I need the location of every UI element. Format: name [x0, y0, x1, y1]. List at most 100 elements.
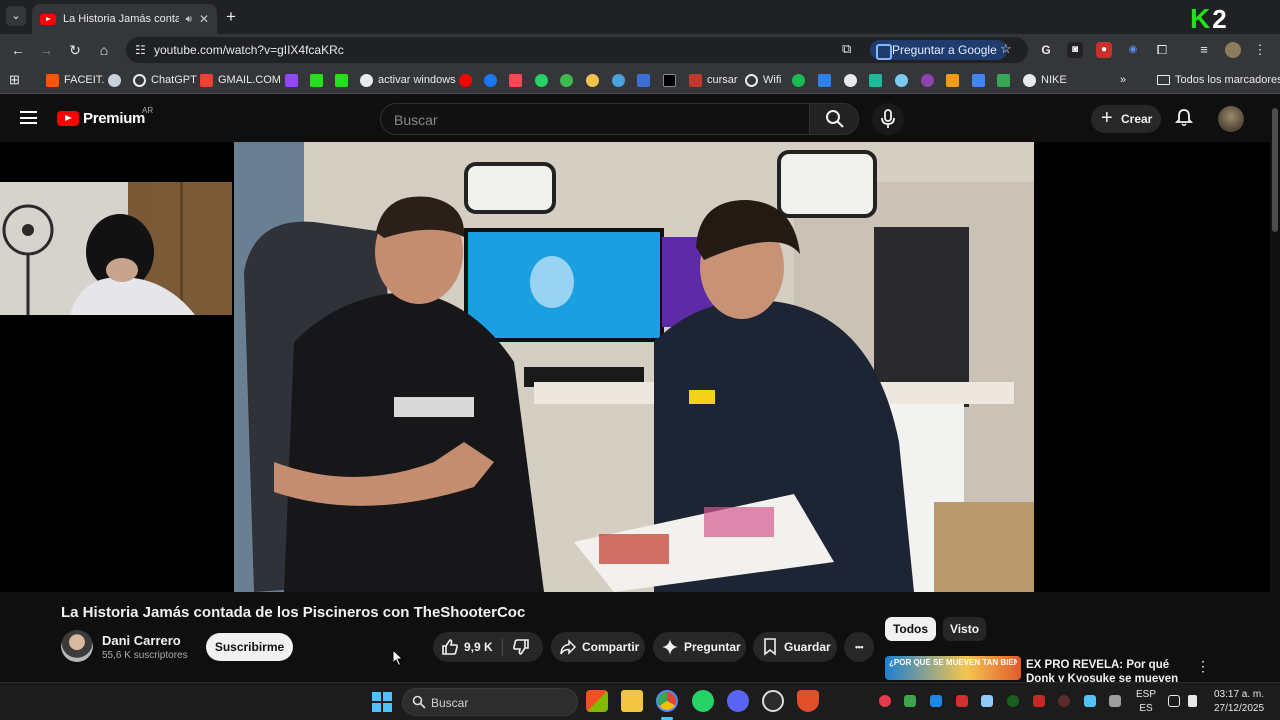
- ask-google-button[interactable]: Preguntar a Google: [870, 40, 1007, 60]
- forward-icon[interactable]: →: [36, 40, 56, 60]
- tab-close-icon[interactable]: ✕: [199, 12, 209, 26]
- bookmark-activar-windows[interactable]: activar windows: [360, 71, 456, 89]
- keyboard-icon[interactable]: [1109, 695, 1121, 707]
- bookmark-app-6[interactable]: [844, 71, 857, 89]
- discord-icon[interactable]: [727, 690, 749, 712]
- scrollbar-thumb[interactable]: [1272, 108, 1278, 232]
- home-icon[interactable]: ⌂: [94, 40, 114, 60]
- apps-grid-icon[interactable]: ⊞: [9, 71, 20, 89]
- bookmark-twitch[interactable]: [285, 71, 298, 89]
- extensions-puzzle-icon[interactable]: ⧠: [1154, 42, 1170, 58]
- bookmarks-overflow-button[interactable]: »: [1120, 71, 1126, 89]
- address-bar[interactable]: ☷ youtube.com/watch?v=gIIX4fcaKRc ⧉ Preg…: [126, 37, 1028, 63]
- bookmark-app-4[interactable]: [637, 71, 650, 89]
- file-explorer-icon[interactable]: [621, 690, 643, 712]
- channel-name[interactable]: Dani Carrero: [102, 633, 181, 648]
- tray-app-icon[interactable]: [981, 695, 993, 707]
- bookmark-x[interactable]: [663, 71, 676, 89]
- bookmark-nike[interactable]: NIKE: [1023, 71, 1067, 89]
- channel-avatar[interactable]: [61, 630, 93, 662]
- create-button[interactable]: Crear: [1091, 104, 1161, 133]
- dislike-button[interactable]: [503, 632, 543, 662]
- guide-menu-icon[interactable]: [20, 111, 37, 124]
- tray-app-icon[interactable]: [879, 695, 891, 707]
- install-app-icon[interactable]: ⧉: [842, 41, 851, 57]
- page-scrollbar[interactable]: [1270, 94, 1280, 682]
- chrome-icon[interactable]: [656, 690, 678, 712]
- save-button[interactable]: Guardar: [753, 632, 837, 662]
- steam-icon[interactable]: [762, 690, 784, 712]
- bookmark-app-3[interactable]: [612, 71, 625, 89]
- bookmark-facebook[interactable]: [484, 71, 497, 89]
- site-info-icon[interactable]: ☷: [135, 43, 146, 57]
- language-top[interactable]: ESP: [1134, 689, 1158, 700]
- windows-start-icon[interactable]: [372, 692, 392, 712]
- back-icon[interactable]: ←: [8, 40, 28, 60]
- new-tab-button[interactable]: +: [226, 7, 236, 27]
- extension-icon[interactable]: ◙: [1067, 42, 1083, 58]
- profile-avatar[interactable]: [1225, 42, 1241, 58]
- bookmark-youtube[interactable]: [459, 71, 472, 89]
- bookmark-spotify[interactable]: [792, 71, 805, 89]
- share-button[interactable]: Compartir: [551, 632, 645, 662]
- tab-search-button[interactable]: ⌄: [6, 6, 26, 26]
- taskbar-search-input[interactable]: Buscar: [402, 688, 578, 716]
- bookmark-steam[interactable]: [108, 71, 121, 89]
- bookmark-drive[interactable]: [997, 71, 1010, 89]
- recommendation-title[interactable]: EX PRO REVELA: Por qué Donk y Kyosuke se…: [1026, 658, 1191, 682]
- all-bookmarks-folder[interactable]: Todos los marcadores: [1157, 71, 1280, 89]
- clock-time[interactable]: 03:17 a. m.: [1207, 689, 1271, 700]
- recommendation-thumbnail[interactable]: ¿POR QUÉ SE MUEVEN TAN BIEN?!: [885, 656, 1021, 680]
- bookmark-app-10[interactable]: [946, 71, 959, 89]
- network-icon[interactable]: [1168, 695, 1180, 707]
- bluetooth-icon[interactable]: [930, 695, 942, 707]
- bookmark-app-1[interactable]: [560, 71, 573, 89]
- recommendation-menu-icon[interactable]: ⋮: [1196, 658, 1210, 675]
- language-bottom[interactable]: ES: [1134, 703, 1158, 714]
- chip-watched[interactable]: Visto: [943, 617, 986, 641]
- bookmark-app-5[interactable]: [818, 71, 831, 89]
- audio-extension-icon[interactable]: ◉: [1125, 42, 1141, 58]
- volume-icon[interactable]: [1188, 695, 1197, 707]
- bookmark-star-icon[interactable]: ☆: [1000, 41, 1012, 57]
- tray-app-icon[interactable]: [1007, 695, 1019, 707]
- bookmark-gmail[interactable]: GMAIL.COM: [200, 71, 281, 89]
- bookmark-valorant[interactable]: [509, 71, 522, 89]
- tray-nvidia-icon[interactable]: [904, 695, 916, 707]
- bookmark-whatsapp[interactable]: [535, 71, 548, 89]
- bookmark-app-8[interactable]: [895, 71, 908, 89]
- adblock-extension-icon[interactable]: ●: [1096, 42, 1112, 58]
- clock-date[interactable]: 27/12/2025: [1207, 703, 1271, 714]
- browser-menu-icon[interactable]: ⋮: [1252, 42, 1268, 58]
- bookmark-cursar[interactable]: cursar: [689, 71, 738, 89]
- reload-icon[interactable]: ↻: [65, 40, 85, 60]
- voice-search-button[interactable]: [872, 103, 904, 135]
- more-actions-button[interactable]: •••: [844, 632, 874, 662]
- ask-button[interactable]: Preguntar: [653, 632, 746, 662]
- tray-app-icon[interactable]: [1033, 695, 1045, 707]
- subscribe-button[interactable]: Suscribirme: [206, 633, 293, 661]
- bookmark-kick-1[interactable]: [310, 71, 323, 89]
- tray-app-icon[interactable]: [956, 695, 968, 707]
- account-avatar[interactable]: [1218, 106, 1244, 132]
- like-button[interactable]: 9,9 K: [433, 632, 501, 662]
- bookmark-kick-2[interactable]: [335, 71, 348, 89]
- search-button[interactable]: [809, 103, 859, 135]
- bookmark-app-9[interactable]: [921, 71, 934, 89]
- brave-shield-icon[interactable]: [797, 690, 819, 712]
- chip-all[interactable]: Todos: [885, 617, 936, 641]
- search-input[interactable]: Buscar: [380, 103, 810, 135]
- video-player[interactable]: [234, 142, 1034, 592]
- google-extension-icon[interactable]: G: [1038, 42, 1054, 58]
- youtube-premium-logo[interactable]: Premium AR: [57, 106, 153, 127]
- tray-app-icon[interactable]: [1058, 695, 1070, 707]
- microsoft-store-icon[interactable]: [586, 690, 608, 712]
- media-controls-icon[interactable]: ≡: [1196, 42, 1212, 58]
- whatsapp-icon[interactable]: [692, 690, 714, 712]
- active-tab[interactable]: La Historia Jamás contada de 🔊︎ ✕: [32, 4, 217, 34]
- bookmark-chatgpt[interactable]: ChatGPT: [133, 71, 197, 89]
- bookmark-faceit[interactable]: FACEIT.: [46, 71, 104, 89]
- tab-audio-icon[interactable]: 🔊︎: [186, 14, 192, 25]
- bookmark-app-7[interactable]: [869, 71, 882, 89]
- notifications-bell-icon[interactable]: [1175, 109, 1193, 127]
